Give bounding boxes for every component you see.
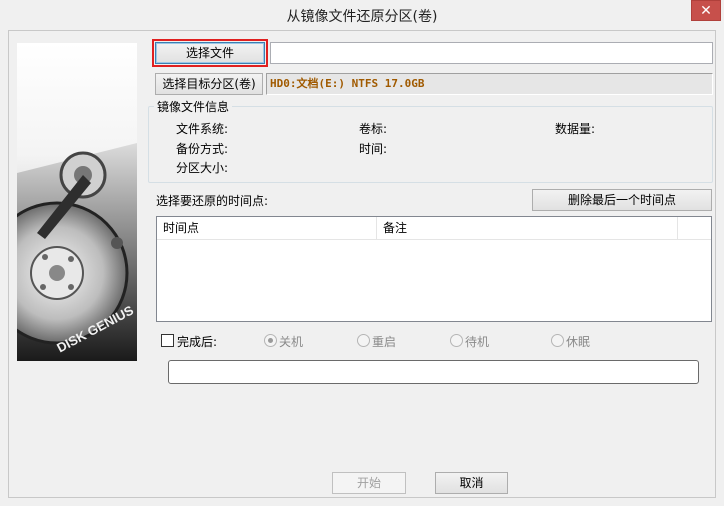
radio-shutdown-label: 关机: [279, 335, 304, 349]
target-partition-display: HD0:文档(E:) NTFS 17.0GB: [266, 73, 713, 95]
timepoints-list[interactable]: 时间点 备注: [156, 216, 712, 322]
after-completion-checkbox[interactable]: [161, 334, 174, 347]
radio-hibernate[interactable]: [551, 334, 564, 347]
timepoints-list-header: 时间点 备注: [157, 217, 711, 240]
cancel-button[interactable]: 取消: [435, 472, 508, 494]
disk-genius-logo-image: DISK GENIUS: [17, 43, 137, 361]
close-button[interactable]: ✕: [691, 0, 721, 21]
filesystem-label: 文件系统:: [176, 122, 229, 136]
hard-disk-icon: DISK GENIUS: [17, 143, 137, 361]
volume-label: 卷标:: [359, 122, 388, 136]
radio-shutdown[interactable]: [264, 334, 277, 347]
select-target-partition-button[interactable]: 选择目标分区(卷): [155, 73, 263, 95]
timepoints-section-label: 选择要还原的时间点:: [156, 194, 269, 208]
radio-restart-label: 重启: [372, 335, 397, 349]
radio-hibernate-label: 休眠: [566, 335, 591, 349]
image-info-group: [148, 106, 713, 183]
title-bar: 从镜像文件还原分区(卷) ✕: [0, 0, 724, 30]
file-path-input[interactable]: [270, 42, 713, 64]
window-title: 从镜像文件还原分区(卷): [286, 9, 438, 25]
start-button[interactable]: 开始: [332, 472, 406, 494]
radio-restart[interactable]: [357, 334, 370, 347]
image-info-legend: 镜像文件信息: [154, 98, 233, 115]
select-file-button[interactable]: 选择文件: [155, 42, 265, 64]
radio-standby[interactable]: [450, 334, 463, 347]
partition-size-label: 分区大小:: [176, 161, 229, 175]
progress-bar: [168, 360, 699, 384]
delete-last-timepoint-button[interactable]: 删除最后一个时间点: [532, 189, 712, 211]
column-header-timepoint[interactable]: 时间点: [157, 217, 377, 240]
time-label: 时间:: [359, 142, 388, 156]
radio-standby-label: 待机: [465, 335, 490, 349]
data-size-label: 数据量:: [555, 122, 596, 136]
column-header-remark[interactable]: 备注: [377, 217, 678, 240]
after-completion-label: 完成后:: [177, 335, 218, 349]
backup-method-label: 备份方式:: [176, 142, 229, 156]
